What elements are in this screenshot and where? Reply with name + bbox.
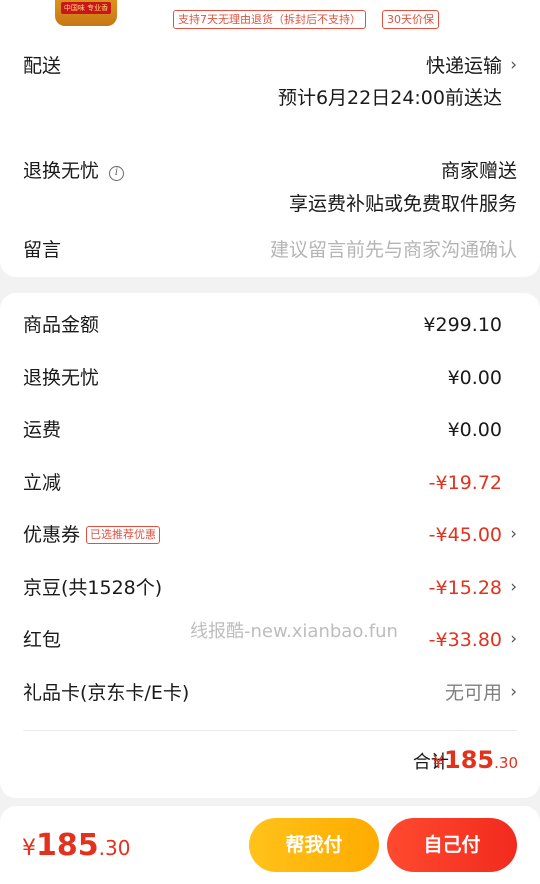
coupon-row[interactable]: 优惠券 已选推荐优惠	[23, 522, 161, 548]
returns-value: 商家赠送	[440, 160, 517, 182]
chevron-right-icon[interactable]: ›	[510, 574, 517, 600]
instant-discount-label: 立减	[23, 472, 62, 494]
delivery-label: 配送	[23, 55, 62, 77]
jd-beans-value[interactable]: -¥15.28	[429, 575, 502, 601]
message-input[interactable]: 建议留言前先与商家沟通确认	[270, 237, 517, 263]
total-decimal: .30	[494, 754, 518, 772]
return-policy-tag: 支持7天无理由退货（拆封后不支持）	[173, 10, 366, 29]
coupon-value[interactable]: -¥45.00	[429, 522, 502, 548]
returns-desc: 享运费补贴或免费取件服务	[288, 193, 517, 215]
chevron-right-icon[interactable]: ›	[510, 679, 517, 705]
goods-amount-value: ¥299.10	[423, 314, 502, 336]
shipping-label: 运费	[23, 419, 62, 441]
gift-card-label: 礼品卡(京东卡/E卡)	[23, 682, 190, 704]
divider	[23, 730, 517, 731]
total-amount: ¥185.30	[433, 744, 518, 779]
goods-amount-label: 商品金额	[23, 314, 100, 336]
product-thumbnail-label: 中国味 专业香	[61, 2, 111, 14]
coupon-label: 优惠券	[23, 524, 81, 546]
price-summary-card: 商品金额 ¥299.10 退换无忧 ¥0.00 运费 ¥0.00 立减 -¥19…	[0, 293, 540, 798]
red-packet-label: 红包	[23, 629, 62, 651]
help-me-pay-button[interactable]: 帮我付	[249, 818, 379, 872]
product-thumbnail[interactable]: 中国味 专业香	[55, 0, 117, 26]
shipping-value: ¥0.00	[447, 419, 502, 441]
pay-currency: ¥	[22, 836, 36, 861]
coupon-badge: 已选推荐优惠	[86, 526, 161, 544]
delivery-method[interactable]: 快递运输	[426, 53, 502, 79]
gift-card-value[interactable]: 无可用	[445, 680, 502, 706]
order-options-card: 配送 快递运输 › 预计6月22日24:00前送达 退换无忧 i 商家赠送 享运费…	[0, 32, 540, 277]
delivery-eta: 预计6月22日24:00前送达	[277, 87, 502, 109]
chevron-right-icon[interactable]: ›	[510, 626, 517, 652]
returns-fee-value: ¥0.00	[447, 367, 502, 389]
total-integer: 185	[444, 746, 495, 774]
total-currency: ¥	[432, 752, 445, 773]
chevron-right-icon[interactable]: ›	[510, 52, 517, 78]
chevron-right-icon[interactable]: ›	[510, 521, 517, 547]
watermark: 线报酷-new.xianbao.fun	[190, 621, 398, 642]
jd-beans-label: 京豆(共1528个)	[23, 577, 163, 599]
pay-decimal: .30	[98, 836, 131, 860]
info-icon[interactable]: i	[109, 166, 125, 181]
product-strip: 中国味 专业香 支持7天无理由退货（拆封后不支持） 30天价保	[0, 0, 540, 32]
pay-integer: 185	[36, 828, 99, 863]
returns-label-text: 退换无忧	[23, 160, 100, 182]
pay-bar: ¥185.30 帮我付 自己付	[0, 806, 540, 884]
red-packet-value[interactable]: -¥33.80	[429, 627, 502, 653]
instant-discount-value: -¥19.72	[428, 472, 502, 494]
price-protection-tag: 30天价保	[382, 10, 439, 29]
pay-myself-button[interactable]: 自己付	[387, 818, 517, 872]
message-label: 留言	[23, 239, 62, 261]
pay-amount: ¥185.30	[22, 826, 130, 870]
returns-fee-label: 退换无忧	[23, 367, 100, 389]
returns-label: 退换无忧 i	[23, 158, 125, 184]
